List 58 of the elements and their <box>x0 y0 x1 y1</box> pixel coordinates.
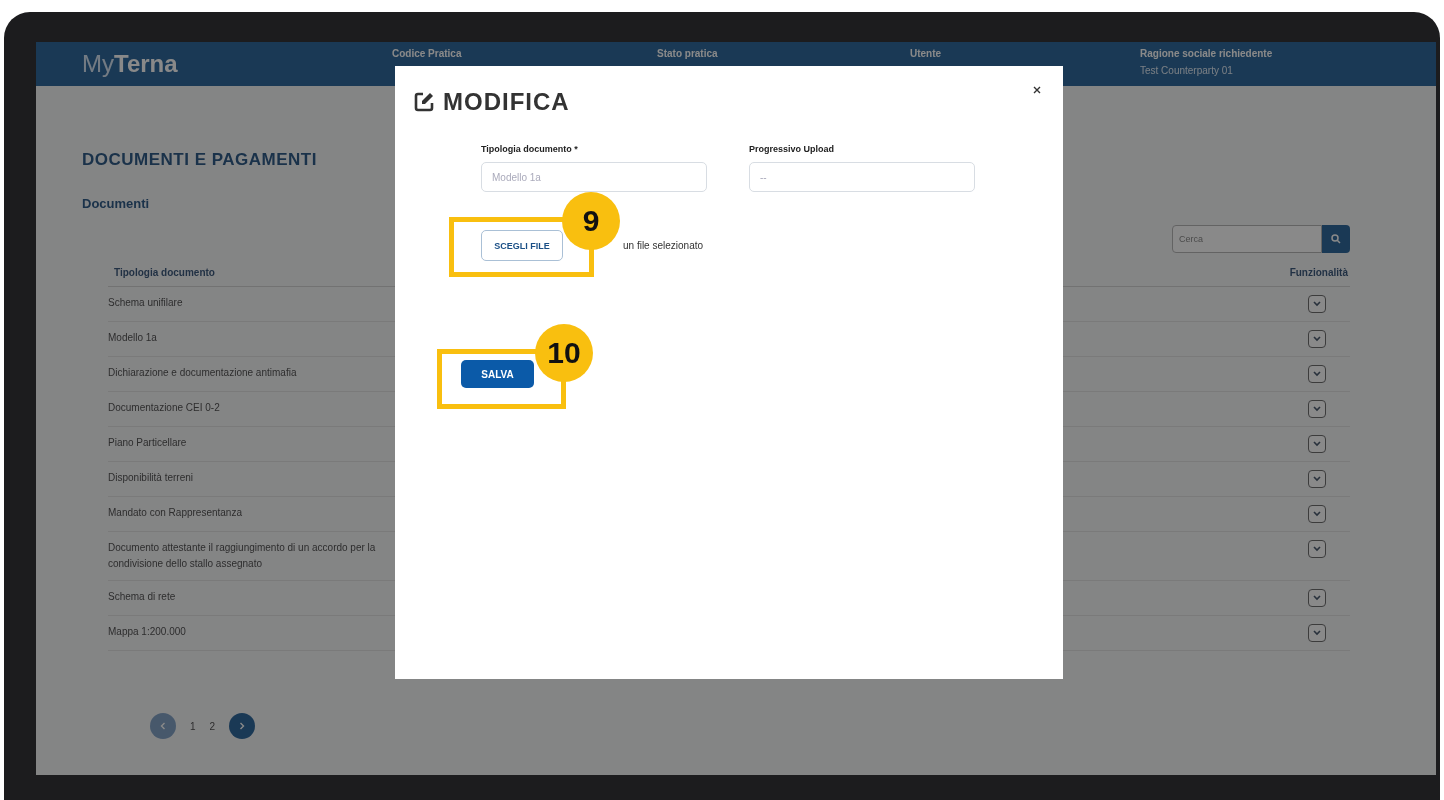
page-link[interactable]: 2 <box>209 720 216 732</box>
step-badge: 10 <box>535 324 593 382</box>
table-cell-text: Mandato con Rappresentanza <box>108 506 242 520</box>
table-cell-text: Dichiarazione e documentazione antimafia <box>108 366 297 380</box>
search-button[interactable] <box>1322 225 1350 253</box>
chevron-down-icon <box>1313 336 1321 342</box>
table-cell-text: Modello 1a <box>108 331 157 345</box>
file-status: un file selezionato <box>623 240 704 251</box>
chevron-down-icon <box>1313 371 1321 377</box>
logo: MyTerna <box>81 50 179 78</box>
search-icon <box>1331 234 1341 244</box>
field-label: Progressivo Upload <box>749 144 836 154</box>
chevron-down-icon <box>1313 546 1321 552</box>
page-link[interactable]: 1 <box>190 720 196 732</box>
header-label: Stato pratica <box>657 48 719 59</box>
expand-button[interactable] <box>1308 540 1326 558</box>
chevron-right-icon <box>239 722 246 730</box>
expand-button[interactable] <box>1308 295 1326 313</box>
chevron-down-icon <box>1313 595 1321 601</box>
expand-button[interactable] <box>1308 400 1326 418</box>
table-cell-text: Schema unifilare <box>108 296 183 310</box>
close-button[interactable] <box>1031 84 1043 96</box>
field-label: Tipologia documento * <box>481 144 579 154</box>
expand-button[interactable] <box>1308 505 1326 523</box>
chevron-down-icon <box>1313 406 1321 412</box>
step-badge: 9 <box>562 192 620 250</box>
header-value: Test Counterparty 01 <box>1140 65 1234 76</box>
column-header: Funzionalità <box>1289 267 1348 278</box>
chevron-down-icon <box>1313 441 1321 447</box>
choose-file-button[interactable]: SCEGLI FILE <box>481 230 563 261</box>
chevron-down-icon <box>1313 301 1321 307</box>
chevron-down-icon <box>1313 476 1321 482</box>
header-label: Ragione sociale richiedente <box>1140 48 1274 59</box>
page-title: DOCUMENTI E PAGAMENTI <box>82 150 318 170</box>
expand-button[interactable] <box>1308 365 1326 383</box>
header-label: Codice Pratica <box>392 48 463 59</box>
section-title: Documenti <box>82 196 151 211</box>
expand-button[interactable] <box>1308 470 1326 488</box>
table-cell-text: Piano Particellare <box>108 436 187 450</box>
table-cell-text: Disponibilità terreni <box>108 471 194 485</box>
dialog-title: MODIFICA <box>443 88 570 116</box>
next-page-button[interactable] <box>229 713 256 739</box>
edit-icon <box>413 91 435 113</box>
expand-button[interactable] <box>1308 589 1326 607</box>
chevron-down-icon <box>1313 511 1321 517</box>
header-label: Utente <box>910 48 943 59</box>
chevron-left-icon <box>160 722 166 730</box>
table-cell-text: Schema di rete <box>108 590 176 604</box>
expand-button[interactable] <box>1308 435 1326 453</box>
close-icon <box>1033 86 1041 94</box>
table-cell-text: Mappa 1:200.000 <box>108 625 186 639</box>
chevron-down-icon <box>1313 630 1321 636</box>
expand-button[interactable] <box>1308 624 1326 642</box>
table-cell-text: Documento attestante il raggiungimento di un accordo per la condivisione dello stallo assegnato <box>108 541 377 571</box>
expand-button[interactable] <box>1308 330 1326 348</box>
table-cell-text: Documentazione CEI 0-2 <box>108 401 220 415</box>
column-header: Tipologia documento <box>114 267 215 278</box>
save-button[interactable]: SALVA <box>461 360 534 388</box>
